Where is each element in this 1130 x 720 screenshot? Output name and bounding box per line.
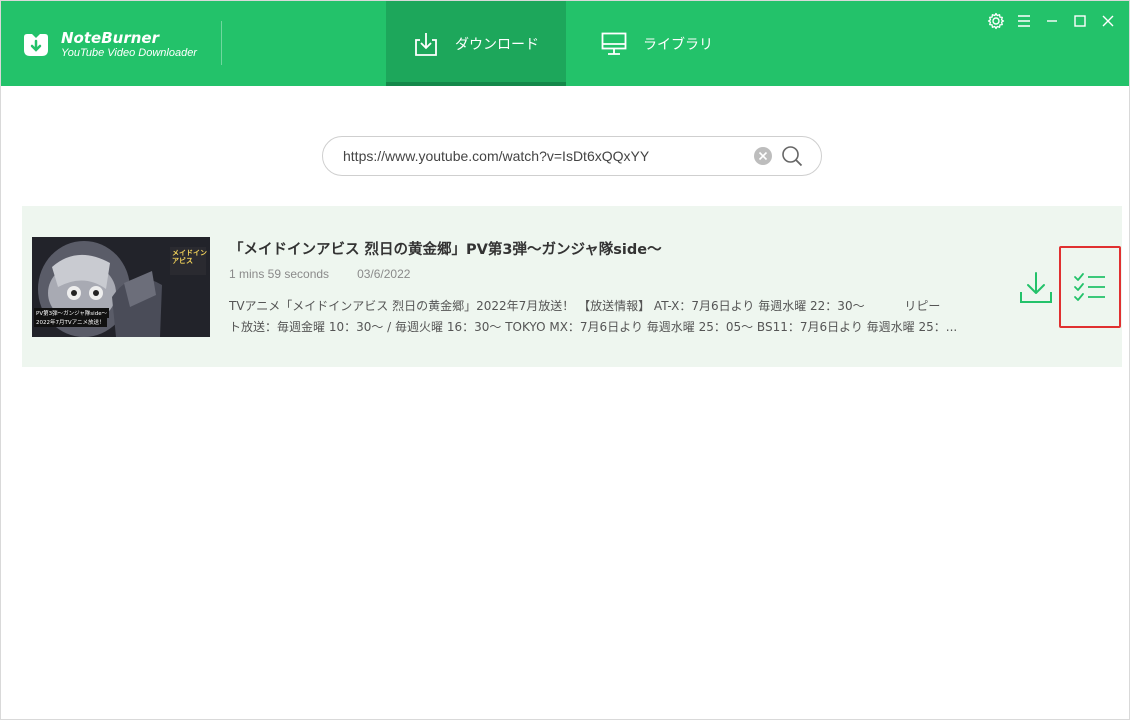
- minimize-icon: [1047, 20, 1057, 22]
- download-options-button[interactable]: [1059, 246, 1121, 328]
- clear-button[interactable]: [753, 146, 773, 166]
- tab-library[interactable]: ライブラリ: [586, 1, 746, 86]
- minimize-button[interactable]: [1043, 12, 1061, 30]
- clear-icon: [754, 147, 772, 165]
- app-name: NoteBurner: [61, 29, 159, 47]
- logo-icon: [24, 34, 48, 56]
- app-window: NoteBurner YouTube Video Downloader ダウンロ…: [0, 0, 1130, 720]
- tab-library-label: ライブラリ: [643, 36, 713, 53]
- menu-icon: [1018, 15, 1030, 27]
- app-logo: NoteBurner YouTube Video Downloader: [21, 25, 221, 65]
- video-thumbnail: メイドインアビス PV第3弾～ガンジャ隊side～ 2022年7月TVアニメ放送…: [32, 237, 210, 337]
- checklist-icon: [1074, 273, 1105, 301]
- video-description: TVアニメ「メイドインアビス 烈日の黄金郷」2022年7月放送！ 【放送情報】 …: [229, 296, 994, 338]
- download-button[interactable]: [1018, 270, 1054, 306]
- menu-button[interactable]: [1015, 12, 1033, 30]
- video-date: 03/6/2022: [357, 267, 411, 281]
- thumbnail-caption-2: 2022年7月TVアニメ放送！: [34, 317, 107, 327]
- window-controls: [987, 12, 1117, 30]
- search-icon: [782, 146, 803, 167]
- maximize-icon: [1074, 15, 1086, 27]
- gear-icon: [987, 12, 1005, 30]
- video-title: 「メイドインアビス 烈日の黄金郷」PV第3弾～ガンジャ隊side～: [229, 242, 662, 258]
- tab-download-label: ダウンロード: [455, 36, 539, 53]
- close-button[interactable]: [1099, 12, 1117, 30]
- app-subtitle: YouTube Video Downloader: [61, 47, 197, 59]
- close-icon: [1102, 15, 1114, 27]
- download-arrow-icon: [1020, 272, 1052, 303]
- header-divider: [221, 21, 222, 65]
- maximize-button[interactable]: [1071, 12, 1089, 30]
- tab-download[interactable]: ダウンロード: [386, 1, 566, 86]
- search-button[interactable]: [781, 145, 803, 167]
- video-duration: 1 mins 59 seconds: [229, 267, 330, 281]
- search-input[interactable]: [343, 137, 753, 175]
- video-description-line-1: TVアニメ「メイドインアビス 烈日の黄金郷」2022年7月放送！ 【放送情報】 …: [229, 299, 941, 313]
- settings-button[interactable]: [987, 12, 1005, 30]
- video-description-line-2: ト放送：毎週金曜 10：30～ / 毎週火曜 16：30～ TOKYO MX：7…: [229, 320, 958, 334]
- download-icon: [415, 32, 437, 56]
- thumbnail-logo: メイドインアビス: [172, 249, 207, 265]
- header-bar: NoteBurner YouTube Video Downloader ダウンロ…: [1, 1, 1129, 86]
- video-meta: 1 mins 59 seconds 03/6/2022: [229, 267, 410, 281]
- monitor-icon: [601, 32, 627, 55]
- video-row: メイドインアビス PV第3弾～ガンジャ隊side～ 2022年7月TVアニメ放送…: [22, 206, 1122, 367]
- search-bar: [322, 136, 822, 176]
